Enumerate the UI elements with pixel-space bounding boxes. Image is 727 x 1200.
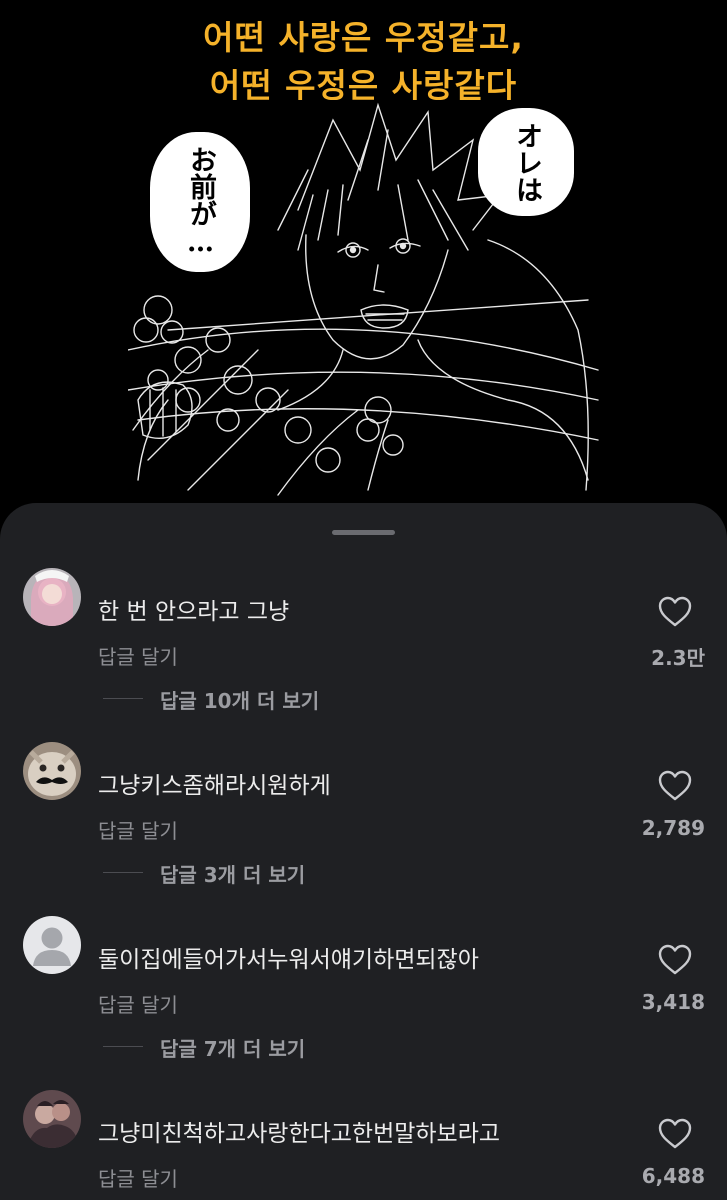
comment-text: 둘이집에들어가서누워서얘기하면되잖아	[98, 947, 479, 973]
reply-button[interactable]: 답글 달기	[98, 815, 178, 844]
like-count: 2.3만	[651, 646, 705, 670]
divider-line	[103, 1046, 143, 1047]
view-replies-label[interactable]: 답글 3개 더 보기	[160, 859, 305, 888]
reply-button[interactable]: 답글 달기	[98, 989, 178, 1018]
view-replies-label[interactable]: 답글 10개 더 보기	[160, 685, 319, 714]
reply-button[interactable]: 답글 달기	[98, 1163, 178, 1192]
profile-photo-icon	[23, 568, 81, 626]
comment-text: 그냥미친척하고사랑한다고한번말하보라고	[98, 1121, 501, 1147]
manga-panel-image: お前が… オレは	[128, 100, 600, 496]
comment-text: 그냥키스좀해라시원하게	[98, 773, 331, 799]
view-replies-label[interactable]: 답글 7개 더 보기	[160, 1033, 305, 1062]
reply-button[interactable]: 답글 달기	[98, 641, 178, 670]
comment-text: 한 번 안으라고 그냥	[98, 599, 290, 625]
heart-icon[interactable]	[658, 596, 692, 628]
divider-line	[103, 698, 143, 699]
divider-line	[103, 872, 143, 873]
profile-photo-icon	[23, 742, 81, 800]
speech-bubble-left: お前が…	[150, 132, 250, 272]
post-media-area: 어떤 사랑은 우정같고, 어떤 우정은 사랑같다 お前が… オレは	[0, 0, 727, 520]
like-count: 3,418	[641, 990, 705, 1014]
avatar[interactable]	[23, 916, 81, 974]
profile-photo-icon	[23, 1090, 81, 1148]
avatar[interactable]	[23, 1090, 81, 1148]
heart-icon[interactable]	[658, 1118, 692, 1150]
heart-icon[interactable]	[658, 944, 692, 976]
like-count: 6,488	[641, 1164, 705, 1188]
speech-bubble-right: オレは	[478, 108, 574, 216]
heart-icon[interactable]	[658, 770, 692, 802]
avatar[interactable]	[23, 742, 81, 800]
headline-line-1: 어떤 사랑은 우정같고,	[203, 18, 524, 57]
comments-sheet[interactable]: 한 번 안으라고 그냥 답글 달기 2.3만 답글 10개 더 보기 그냥키스좀…	[0, 503, 727, 1200]
post-headline: 어떤 사랑은 우정같고, 어떤 우정은 사랑같다	[0, 14, 727, 110]
avatar[interactable]	[23, 568, 81, 626]
like-count: 2,789	[641, 816, 705, 840]
sheet-drag-handle[interactable]	[332, 530, 395, 535]
default-user-icon	[23, 916, 81, 974]
